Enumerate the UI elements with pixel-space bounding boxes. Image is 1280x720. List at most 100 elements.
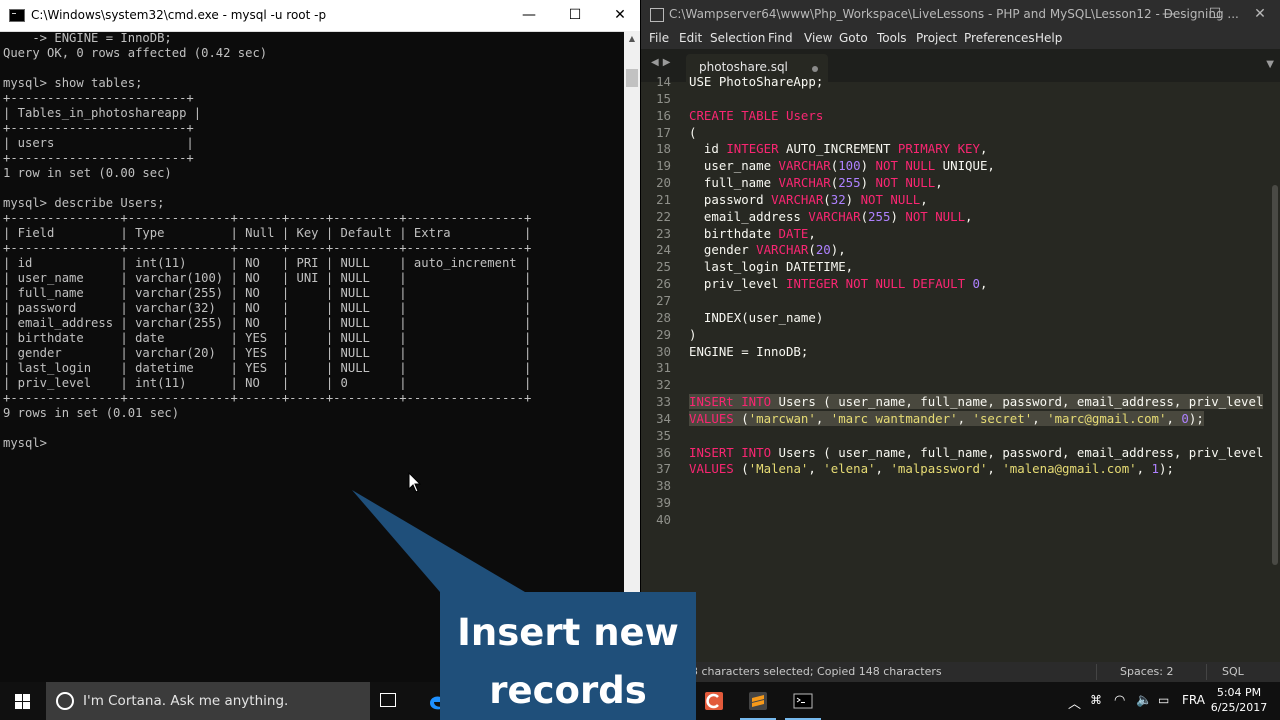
code-line[interactable]: birthdate DATE, [689, 226, 1267, 243]
menu-help[interactable]: Help [1035, 31, 1062, 45]
code-line[interactable]: user_name VARCHAR(100) NOT NULL UNIQUE, [689, 158, 1267, 175]
status-bar: 3 characters selected; Copied 148 charac… [641, 662, 1280, 682]
code-token: NOT NULL [875, 158, 936, 174]
language-indicator[interactable]: FRA [1182, 693, 1205, 707]
code-line[interactable]: id INTEGER AUTO_INCREMENT PRIMARY KEY, [689, 141, 1267, 158]
console-line: Query OK, 0 rows affected (0.42 sec) [3, 46, 268, 60]
line-number: 29 [656, 326, 671, 342]
tab-overflow-icon[interactable]: ▼ [1266, 59, 1274, 70]
line-number: 28 [656, 309, 671, 325]
editor-scrollbar[interactable] [1272, 185, 1278, 565]
code-line[interactable]: ) [689, 327, 1267, 344]
minimize-button[interactable]: — [506, 0, 552, 31]
code-line[interactable]: INDEX(user_name) [689, 310, 1267, 327]
code-token: ), [830, 242, 846, 258]
code-token: DATE [778, 225, 809, 241]
code-line[interactable]: priv_level INTEGER NOT NULL DEFAULT 0, [689, 276, 1267, 293]
console-line: mysql> show tables; [3, 76, 143, 90]
sublime-text-icon [749, 692, 767, 710]
code-line[interactable] [689, 478, 1267, 495]
scroll-up-icon[interactable]: ▲ [624, 31, 640, 47]
code-line[interactable] [689, 495, 1267, 512]
action-center-icon[interactable]: ▭ [1158, 693, 1169, 707]
maximize-button[interactable]: ☐ [1192, 0, 1238, 29]
console-line: | password | varchar(32) | NO | | NULL |… [3, 301, 532, 315]
console-line: | priv_level | int(11) | NO | | 0 | | [3, 376, 532, 390]
menu-preferences[interactable]: Preferences [964, 31, 1035, 45]
console-output[interactable]: -> ENGINE = InnoDB; Query OK, 0 rows affe… [0, 31, 624, 682]
console-line: | full_name | varchar(255) | NO | | NULL… [3, 286, 532, 300]
console-line: | Field | Type | Null | Key | Default | … [3, 226, 532, 240]
console-line: | id | int(11) | NO | PRI | NULL | auto_… [3, 256, 532, 270]
wifi-icon[interactable]: ◠ [1114, 693, 1125, 708]
code-line[interactable] [689, 428, 1267, 445]
code-line[interactable]: password VARCHAR(32) NOT NULL, [689, 192, 1267, 209]
network-settings-icon[interactable]: ⌘ [1090, 693, 1102, 707]
code-token: VALUES [689, 410, 734, 426]
code-token: 'Malena' [748, 461, 809, 477]
taskbar-sublime-button[interactable] [736, 682, 780, 720]
code-token: 'marc@gmail.com' [1047, 410, 1167, 426]
code-editor[interactable]: USE PhotoShareApp; CREATE TABLE Users( i… [689, 74, 1267, 654]
line-number: 21 [656, 191, 671, 207]
code-line[interactable]: gender VARCHAR(20), [689, 242, 1267, 259]
maximize-button[interactable]: ☐ [552, 0, 598, 31]
code-line[interactable]: USE PhotoShareApp; [689, 74, 1267, 91]
menu-goto[interactable]: Goto [839, 31, 868, 45]
code-line[interactable]: VALUES ('Malena', 'elena', 'malpassword'… [689, 461, 1267, 478]
close-button[interactable]: ✕ [597, 0, 643, 31]
menu-edit[interactable]: Edit [679, 31, 702, 45]
code-line[interactable]: INSERT INTO Users ( user_name, full_name… [689, 445, 1267, 462]
code-line[interactable] [689, 360, 1267, 377]
menu-file[interactable]: File [649, 31, 669, 45]
menu-find[interactable]: Find [768, 31, 793, 45]
code-line[interactable]: INSERt INTO Users ( user_name, full_name… [689, 394, 1267, 411]
code-token: INSERt INTO [689, 394, 772, 410]
code-line[interactable]: email_address VARCHAR(255) NOT NULL, [689, 209, 1267, 226]
code-token: , [979, 276, 988, 292]
cmd-titlebar[interactable]: C:\Windows\system32\cmd.exe - mysql -u r… [0, 0, 640, 32]
volume-icon[interactable]: 🔈 [1136, 693, 1152, 708]
start-button[interactable] [0, 682, 46, 720]
task-view-icon[interactable] [380, 693, 396, 707]
taskbar-cmd-button[interactable] [781, 682, 825, 720]
menu-project[interactable]: Project [916, 31, 957, 45]
code-line[interactable]: last_login DATETIME, [689, 259, 1267, 276]
system-clock[interactable]: 5:04 PM 6/25/2017 [1208, 685, 1270, 715]
code-line[interactable]: ( [689, 125, 1267, 142]
cortana-search-box[interactable]: I'm Cortana. Ask me anything. [46, 682, 370, 720]
code-line[interactable]: ENGINE = InnoDB; [689, 344, 1267, 361]
cmd-scrollbar[interactable]: ▲ ▼ [624, 31, 640, 682]
code-line[interactable]: CREATE TABLE Users [689, 108, 1267, 125]
syntax-setting[interactable]: SQL [1222, 665, 1244, 678]
code-token: INTEGER [785, 276, 839, 292]
code-line[interactable]: VALUES ('marcwan', 'marc wantmander', 's… [689, 410, 1267, 428]
minimize-button[interactable]: — [1146, 0, 1192, 29]
taskbar-app-button[interactable] [692, 682, 736, 720]
show-hidden-icons-icon[interactable]: ︿ [1068, 693, 1081, 712]
sublime-titlebar[interactable]: C:\Wampserver64\www\Php_Workspace\LiveLe… [641, 0, 1280, 29]
console-line: | birthdate | date | YES | | NULL | | [3, 331, 532, 345]
callout-line-2: records [489, 669, 647, 712]
line-number: 22 [656, 208, 671, 224]
code-line[interactable] [689, 512, 1267, 529]
code-token: , [987, 461, 1003, 477]
code-token: ); [1188, 410, 1204, 426]
unsaved-dot-icon[interactable] [812, 66, 818, 72]
code-token: , [808, 225, 816, 241]
code-token: , [875, 461, 891, 477]
line-number: 20 [656, 175, 671, 191]
code-line[interactable] [689, 377, 1267, 394]
close-button[interactable]: ✕ [1237, 0, 1280, 29]
code-line[interactable] [689, 91, 1267, 108]
scrollbar-thumb[interactable] [626, 69, 638, 87]
code-line[interactable]: full_name VARCHAR(255) NOT NULL, [689, 175, 1267, 192]
menu-tools[interactable]: Tools [877, 31, 907, 45]
code-line[interactable] [689, 293, 1267, 310]
menu-selection[interactable]: Selection [710, 31, 765, 45]
code-token: NOT NULL [860, 191, 921, 207]
console-line: +---------------+--------------+------+-… [3, 211, 532, 225]
tab-nav-arrows-icon[interactable]: ◀▶ [651, 57, 674, 68]
indentation-setting[interactable]: Spaces: 2 [1120, 665, 1173, 678]
menu-view[interactable]: View [804, 31, 832, 45]
